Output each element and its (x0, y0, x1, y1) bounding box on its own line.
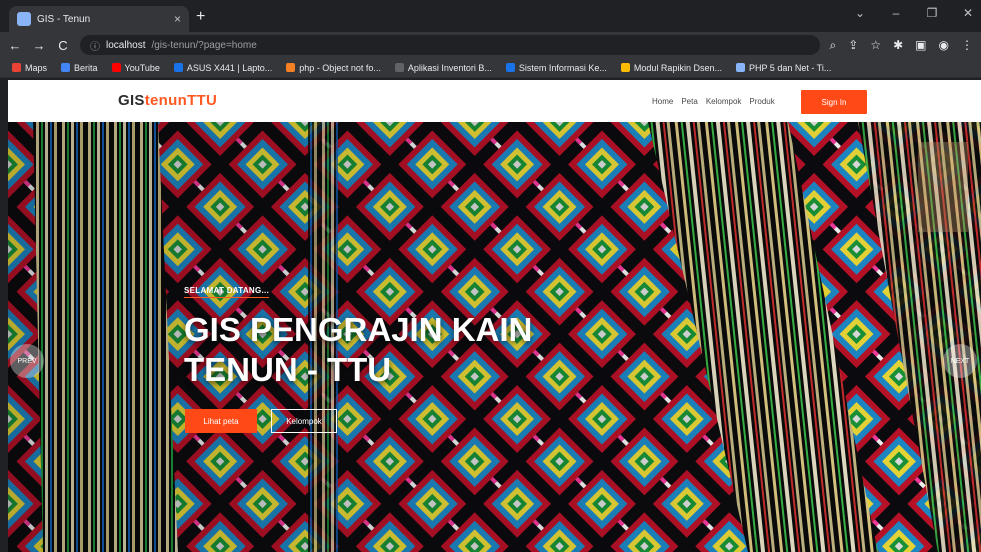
tab-title: GIS - Tenun (37, 13, 91, 25)
site-logo[interactable]: GIStenunTTU (118, 92, 217, 109)
kelompok-button[interactable]: Kelompok (271, 409, 337, 433)
web-page: GIStenunTTU Home Peta Kelompok Produk Si… (8, 80, 981, 552)
new-tab-icon[interactable]: + (196, 9, 205, 25)
reload-icon[interactable]: C (56, 38, 70, 53)
bookmark-item[interactable]: Sistem Informasi Ke... (505, 62, 607, 73)
bookmarks-bar: Maps Berita YouTube ASUS X441 | Lapto...… (0, 58, 981, 78)
tab-search-icon[interactable]: ⌄ (853, 6, 867, 20)
minimize-icon[interactable]: – (889, 6, 903, 20)
nav-peta[interactable]: Peta (681, 97, 697, 106)
bookmark-label: ASUS X441 | Lapto... (186, 62, 273, 73)
carousel-prev-button[interactable]: PREV (10, 344, 44, 378)
sign-in-button[interactable]: Sign In (801, 90, 867, 114)
bookmark-icon (735, 63, 745, 72)
bookmark-label: PHP 5 dan Net - Ti... (748, 62, 832, 73)
close-window-icon[interactable]: ✕ (961, 6, 975, 20)
share-icon[interactable]: ⇪ (848, 38, 858, 53)
bookmark-label: Berita (74, 62, 98, 73)
bookmark-item[interactable]: YouTube (111, 62, 160, 73)
bookmark-label: Sistem Informasi Ke... (518, 62, 607, 73)
window-controls: ⌄ – ❐ ✕ (853, 6, 975, 20)
carousel-next-button[interactable]: NEXT (943, 344, 977, 378)
bookmark-item[interactable]: Maps (12, 63, 47, 73)
side-panel-icon[interactable]: ▣ (915, 38, 926, 53)
browser-tab-bar: GIS - Tenun × + ⌄ – ❐ ✕ (0, 0, 981, 32)
welcome-text: SELAMAT DATANG... (184, 286, 270, 298)
bookmark-icon (12, 63, 21, 72)
site-header: GIStenunTTU Home Peta Kelompok Produk Si… (8, 80, 981, 122)
restore-icon[interactable]: ❐ (925, 6, 939, 20)
bookmark-label: Maps (25, 62, 48, 73)
bookmark-icon (620, 63, 630, 72)
site-nav: Home Peta Kelompok Produk (652, 97, 775, 106)
bookmark-icon (505, 63, 515, 72)
tab-favicon-icon (17, 12, 31, 26)
address-bar[interactable]: ⓘ localhost /gis-tenun/?page=home (80, 35, 820, 55)
tab-close-icon[interactable]: × (174, 13, 181, 25)
logo-gis: GIS (118, 92, 145, 109)
bookmark-label: YouTube (124, 62, 160, 73)
bookmark-icon (111, 63, 121, 72)
bookmark-label: Aplikasi Inventori B... (407, 62, 492, 73)
site-info-icon[interactable]: ⓘ (90, 38, 100, 53)
forward-icon[interactable]: → (32, 38, 46, 53)
bookmark-icon (286, 63, 296, 72)
address-host: localhost (106, 39, 146, 51)
bookmark-item[interactable]: Berita (61, 63, 98, 73)
hero-title: GIS PENGRAJIN KAIN TENUN - TTU (184, 311, 533, 388)
nav-kelompok[interactable]: Kelompok (706, 97, 742, 106)
logo-tenun: tenunTTU (144, 92, 218, 109)
view-map-button[interactable]: Lihat peta (185, 409, 257, 433)
extensions-icon[interactable]: ✱ (893, 38, 903, 53)
zoom-icon[interactable]: ⌕ (830, 38, 837, 53)
browser-tab[interactable]: GIS - Tenun × (9, 6, 189, 32)
hero-carousel: SELAMAT DATANG... GIS PENGRAJIN KAIN TEN… (8, 122, 981, 552)
bookmark-item[interactable]: php - Object not fo... (286, 63, 381, 73)
bookmark-item[interactable]: Aplikasi Inventori B... (394, 62, 492, 73)
bookmark-item[interactable]: ASUS X441 | Lapto... (173, 62, 273, 73)
bookmark-icon (173, 63, 183, 72)
bookmark-item[interactable]: Modul Rapikin Dsen... (620, 62, 722, 73)
back-icon[interactable]: ← (8, 38, 22, 53)
bookmark-item[interactable]: PHP 5 dan Net - Ti... (735, 62, 832, 73)
profile-icon[interactable]: ◉ (939, 38, 949, 53)
toolbar-icons: ⌕ ⇪ ☆ ✱ ▣ ◉ ⋮ (830, 38, 973, 53)
bookmark-icon (61, 63, 71, 72)
menu-icon[interactable]: ⋮ (961, 38, 973, 53)
bookmark-label: php - Object not fo... (299, 62, 381, 73)
bookmark-label: Modul Rapikin Dsen... (633, 62, 722, 73)
nav-produk[interactable]: Produk (749, 97, 774, 106)
nav-home[interactable]: Home (652, 97, 673, 106)
bookmark-star-icon[interactable]: ☆ (870, 38, 881, 53)
bookmark-icon (394, 63, 404, 72)
browser-toolbar: ← → C ⓘ localhost /gis-tenun/?page=home … (0, 32, 981, 58)
address-path: /gis-tenun/?page=home (151, 39, 257, 51)
